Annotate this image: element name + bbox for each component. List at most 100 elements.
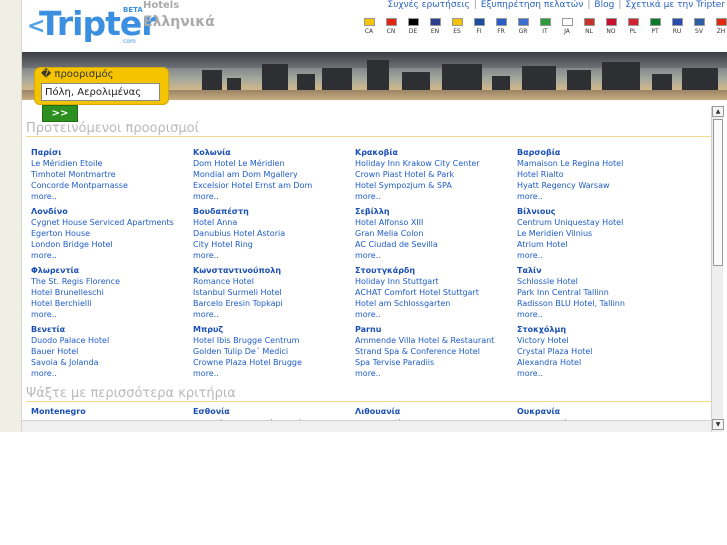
more-link[interactable]: more..: [517, 191, 679, 202]
hotel-link[interactable]: Barcelo Eresin Topkapi: [193, 298, 355, 309]
more-link[interactable]: more..: [517, 250, 679, 261]
more-link[interactable]: more..: [355, 309, 517, 320]
more-link[interactable]: more..: [193, 309, 355, 320]
country-link[interactable]: Montenegro: [31, 406, 193, 418]
nav-hotels-link[interactable]: Hotels: [143, 0, 179, 11]
hotel-link[interactable]: City Hotel Ring: [193, 239, 355, 250]
city-link[interactable]: Κρακοβία: [355, 147, 517, 158]
language-flag-fi[interactable]: FI: [468, 18, 490, 35]
hotel-link[interactable]: Romance Hotel: [193, 276, 355, 287]
language-flag-zh[interactable]: ZH: [710, 18, 727, 35]
more-link[interactable]: more..: [517, 309, 679, 320]
city-link[interactable]: Βαρσοβία: [517, 147, 679, 158]
language-flag-no[interactable]: NO: [600, 18, 622, 35]
hotel-link[interactable]: Cygnet House Serviced Apartments: [31, 217, 193, 228]
hotel-link[interactable]: Savoia & Jolanda: [31, 357, 193, 368]
hotel-link[interactable]: Duodo Palace Hotel: [31, 335, 193, 346]
hotel-link[interactable]: Hotel am Schlossgarten: [355, 298, 517, 309]
hotel-link[interactable]: Dom Hotel Le Méridien: [193, 158, 355, 169]
hotel-link[interactable]: Mamaison Le Regina Hotel: [517, 158, 679, 169]
hotel-link[interactable]: London Bridge Hotel: [31, 239, 193, 250]
vertical-scrollbar[interactable]: ▲ ▼: [711, 106, 724, 432]
hotel-link[interactable]: Atrium Hotel: [517, 239, 679, 250]
hotel-link[interactable]: Strand Spa & Conference Hotel: [355, 346, 517, 357]
scroll-up-icon[interactable]: ▲: [712, 106, 724, 117]
hotel-link[interactable]: AC Ciudad de Sevilla: [355, 239, 517, 250]
more-link[interactable]: more..: [31, 368, 193, 379]
language-flag-es[interactable]: ES: [446, 18, 468, 35]
faq-link[interactable]: Συχνές ερωτήσεις: [388, 0, 470, 10]
language-flag-ja[interactable]: JA: [556, 18, 578, 35]
city-link[interactable]: Μπρυζ: [193, 324, 355, 335]
hotel-link[interactable]: Radisson BLU Hotel, Tallinn: [517, 298, 679, 309]
more-link[interactable]: more..: [193, 191, 355, 202]
hotel-link[interactable]: Excelsior Hotel Ernst am Dom: [193, 180, 355, 191]
country-link[interactable]: Λιθουανία: [355, 406, 517, 418]
hotel-link[interactable]: Ammende Villa Hotel & Restaurant: [355, 335, 517, 346]
blog-link[interactable]: Blog: [594, 0, 614, 10]
more-link[interactable]: more..: [31, 309, 193, 320]
language-flag-nl[interactable]: NL: [578, 18, 600, 35]
city-link[interactable]: Φλωρεντία: [31, 265, 193, 276]
language-flag-ru[interactable]: RU: [666, 18, 688, 35]
hotel-link[interactable]: Victory Hotel: [517, 335, 679, 346]
hotel-link[interactable]: Concorde Montparnasse: [31, 180, 193, 191]
hotel-link[interactable]: ACHAT Comfort Hotel Stuttgart: [355, 287, 517, 298]
city-link[interactable]: Βουδαπέστη: [193, 206, 355, 217]
hotel-link[interactable]: Hotel Brunelleschi: [31, 287, 193, 298]
more-link[interactable]: more..: [193, 368, 355, 379]
language-flag-pl[interactable]: PL: [622, 18, 644, 35]
hotel-link[interactable]: Hotel Rialto: [517, 169, 679, 180]
hotel-link[interactable]: Bauer Hotel: [31, 346, 193, 357]
language-flag-fr[interactable]: FR: [490, 18, 512, 35]
hotel-link[interactable]: Hotel Ibis Brugge Centrum: [193, 335, 355, 346]
hotel-link[interactable]: Alexandra Hotel: [517, 357, 679, 368]
language-flag-ca[interactable]: CA: [358, 18, 380, 35]
city-link[interactable]: Parnu: [355, 324, 517, 335]
more-link[interactable]: more..: [355, 250, 517, 261]
language-flag-en[interactable]: EN: [424, 18, 446, 35]
more-link[interactable]: more..: [355, 191, 517, 202]
horizontal-scrollbar[interactable]: [22, 420, 711, 432]
country-link[interactable]: Ουκρανία: [517, 406, 679, 418]
hotel-link[interactable]: Hotel Berchielli: [31, 298, 193, 309]
hotel-link[interactable]: Holiday Inn Krakow City Center: [355, 158, 517, 169]
hotel-link[interactable]: Mondial am Dom Mgallery: [193, 169, 355, 180]
city-link[interactable]: Ταλίν: [517, 265, 679, 276]
language-flag-pt[interactable]: PT: [644, 18, 666, 35]
city-link[interactable]: Κολωνία: [193, 147, 355, 158]
city-link[interactable]: Σεβίλλη: [355, 206, 517, 217]
more-link[interactable]: more..: [355, 368, 517, 379]
language-flag-cn[interactable]: CN: [380, 18, 402, 35]
language-flag-gr[interactable]: GR: [512, 18, 534, 35]
hotel-link[interactable]: Egerton House: [31, 228, 193, 239]
city-link[interactable]: Στοκχόλμη: [517, 324, 679, 335]
customer-service-link[interactable]: Εξυπηρέτηση πελατών: [481, 0, 584, 10]
language-flag-de[interactable]: DE: [402, 18, 424, 35]
more-link[interactable]: more..: [517, 368, 679, 379]
more-link[interactable]: more..: [31, 250, 193, 261]
hotel-link[interactable]: Golden Tulip De´ Medici: [193, 346, 355, 357]
city-link[interactable]: Βενετία: [31, 324, 193, 335]
hotel-link[interactable]: Hotel Sympozjum & SPA: [355, 180, 517, 191]
hotel-link[interactable]: Park Inn Central Tallinn: [517, 287, 679, 298]
hotel-link[interactable]: Crowne Plaza Hotel Brugge: [193, 357, 355, 368]
more-link[interactable]: more..: [31, 191, 193, 202]
city-link[interactable]: Βίλνιους: [517, 206, 679, 217]
city-link[interactable]: Λονδίνο: [31, 206, 193, 217]
about-link[interactable]: Σχετικά με την Tripter: [625, 0, 725, 10]
hotel-link[interactable]: Le Méridien Etoile: [31, 158, 193, 169]
country-link[interactable]: Εσθονία: [193, 406, 355, 418]
hotel-link[interactable]: Crown Piast Hotel & Park: [355, 169, 517, 180]
destination-input[interactable]: [41, 83, 160, 101]
hotel-link[interactable]: Schlossle Hotel: [517, 276, 679, 287]
hotel-link[interactable]: Spa Tervise Paradiis: [355, 357, 517, 368]
hotel-link[interactable]: Hotel Alfonso XIII: [355, 217, 517, 228]
more-link[interactable]: more..: [193, 250, 355, 261]
hotel-link[interactable]: Danubius Hotel Astoria: [193, 228, 355, 239]
hotel-link[interactable]: Istanbul Surmeli Hotel: [193, 287, 355, 298]
hotel-link[interactable]: Holiday Inn Stuttgart: [355, 276, 517, 287]
city-link[interactable]: Παρίσι: [31, 147, 193, 158]
scroll-thumb[interactable]: [713, 119, 723, 266]
language-flag-sv[interactable]: SV: [688, 18, 710, 35]
